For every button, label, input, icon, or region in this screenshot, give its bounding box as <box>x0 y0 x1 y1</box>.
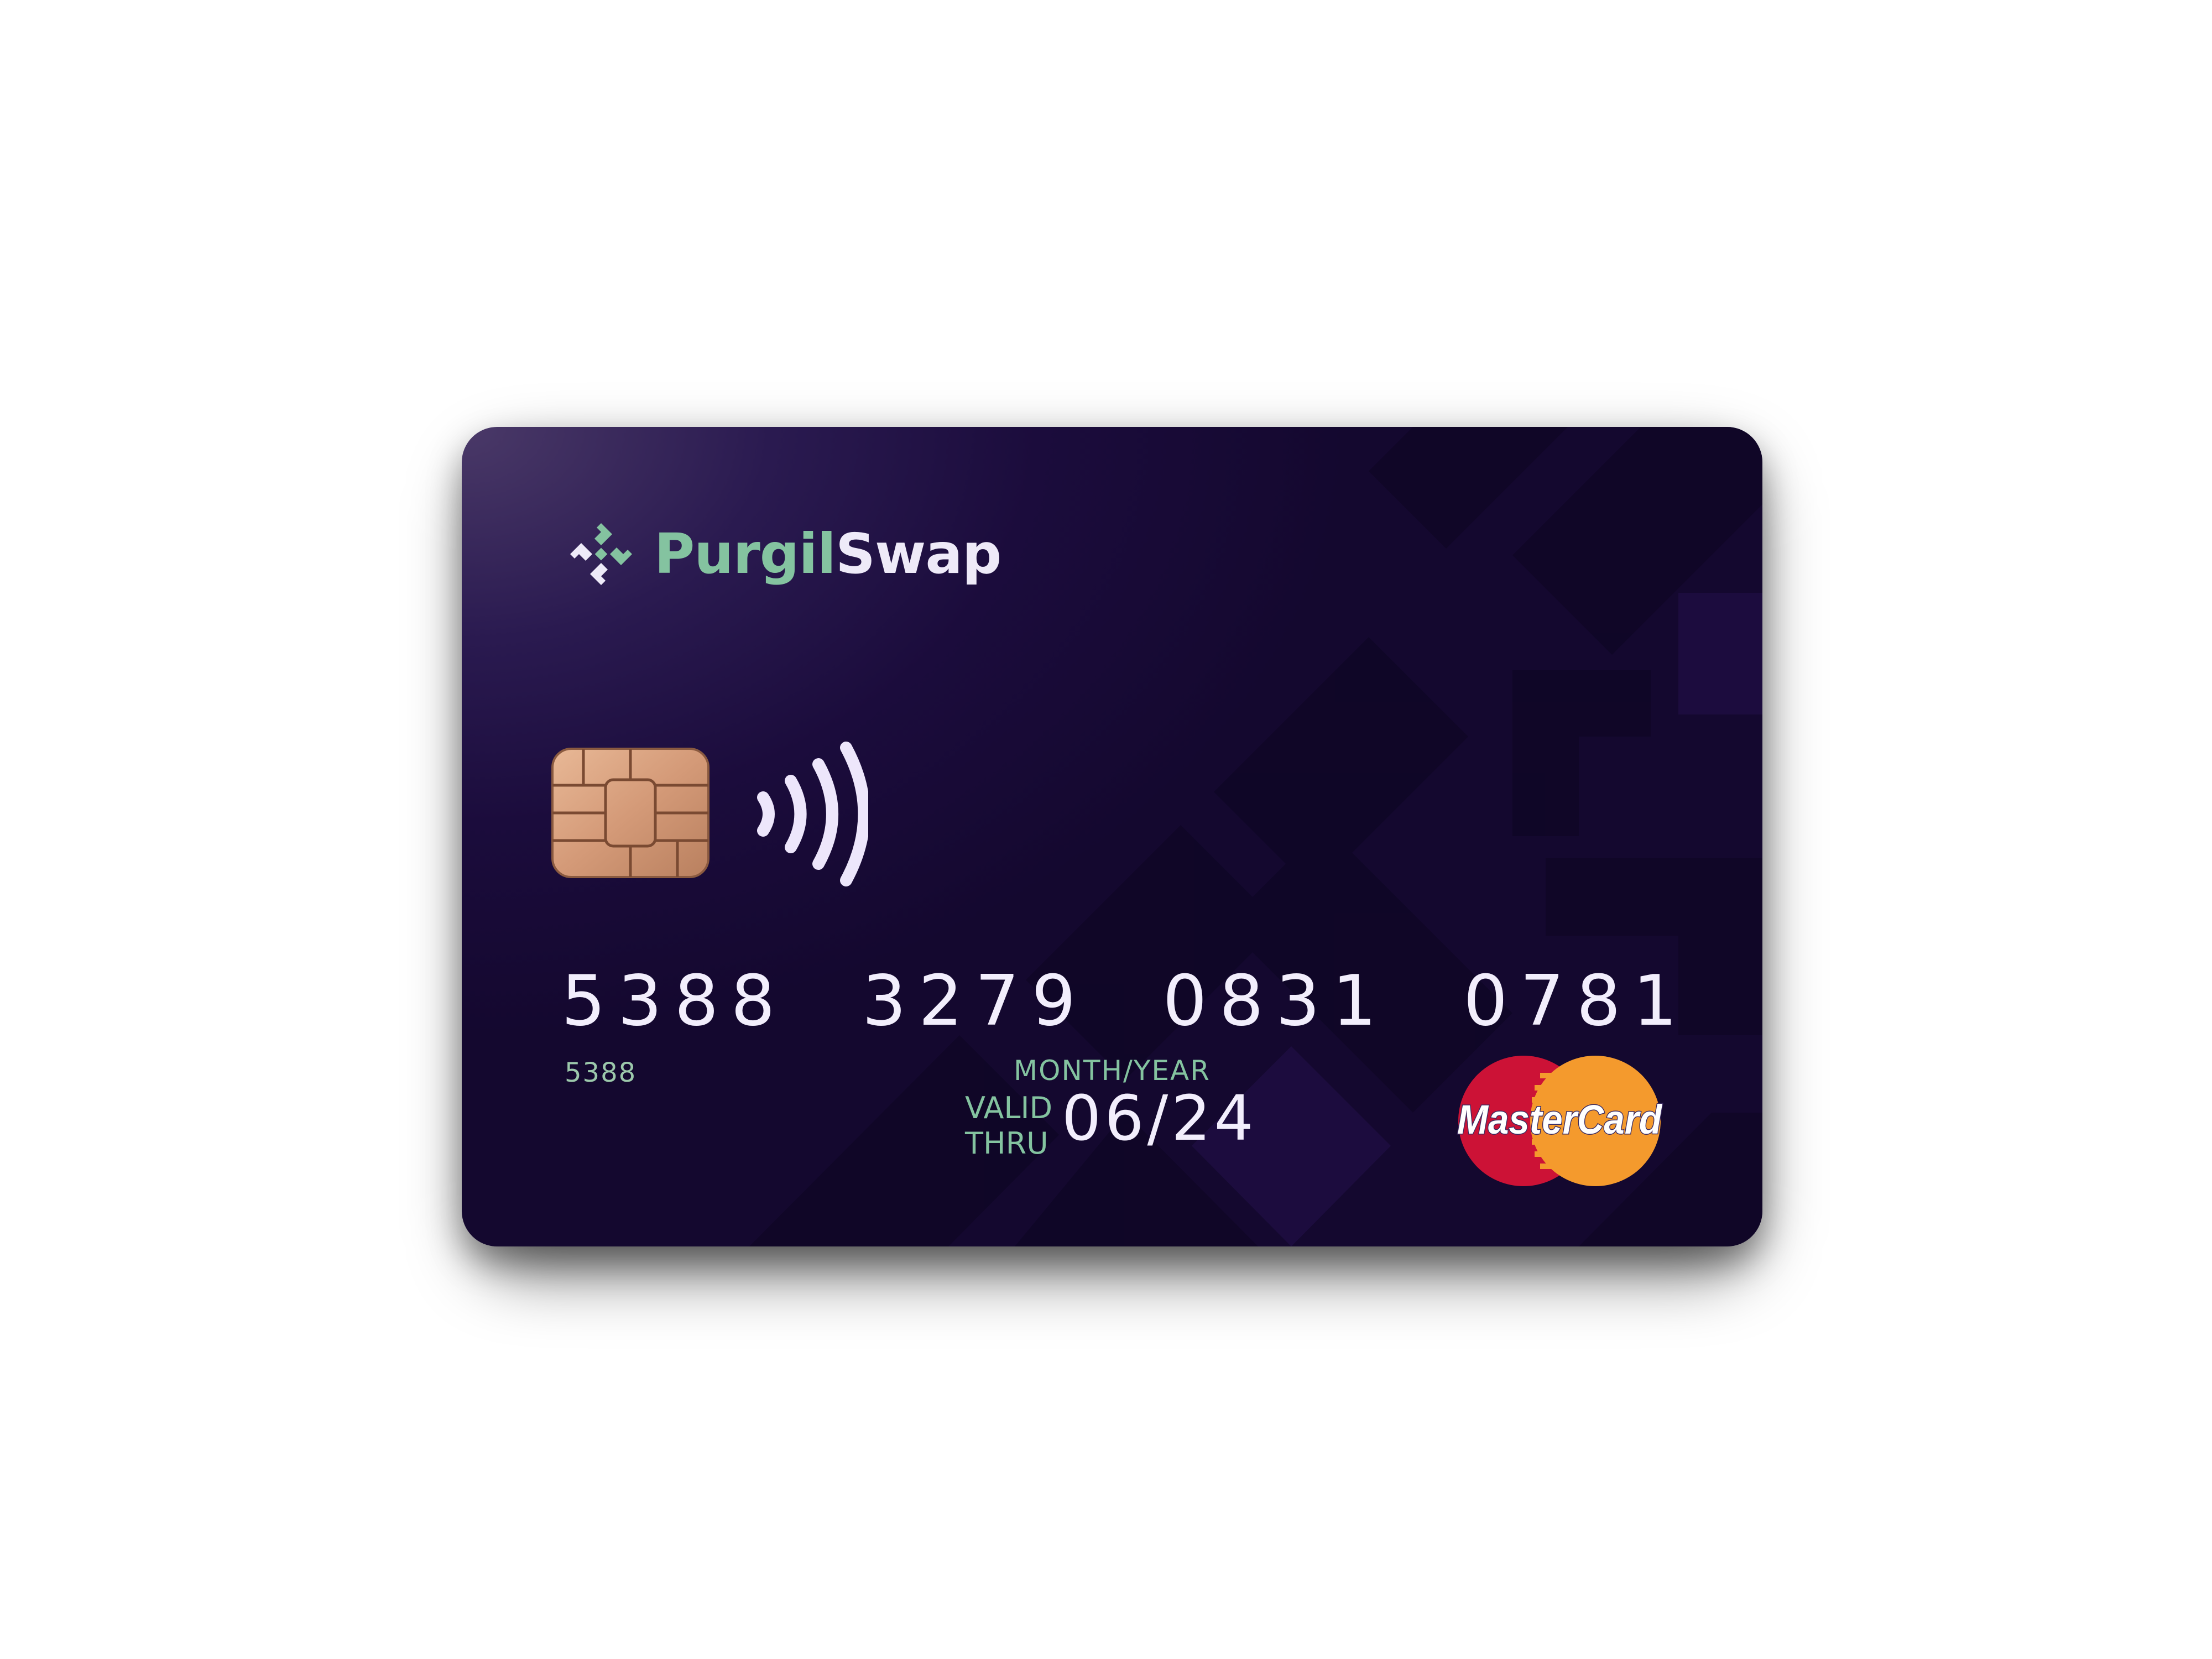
brand-name-part1: Purgil <box>654 521 836 586</box>
emv-chip-icon <box>551 748 709 878</box>
card-number-prefix: 5388 <box>565 1057 637 1088</box>
card-number: 5388 3279 0831 0781 <box>561 966 1689 1036</box>
card-number-group-4: 0781 <box>1463 960 1689 1041</box>
valid-thru-label: VALID THRU <box>965 1091 1052 1161</box>
contactless-icon <box>757 742 868 886</box>
mastercard-logo: MasterCard <box>1457 1056 1663 1186</box>
photo-stage: PurgilSwap 5388 3279 0831 0781 5388 MONT… <box>0 0 2212 1659</box>
credit-card: PurgilSwap 5388 3279 0831 0781 5388 MONT… <box>462 427 1762 1246</box>
brand-name-part2: Swap <box>835 521 1001 586</box>
expiry-date: 06/24 <box>1062 1083 1257 1155</box>
card-number-group-3: 0831 <box>1162 960 1389 1041</box>
brand-name: PurgilSwap <box>654 526 1001 582</box>
thru-label: THRU <box>965 1126 1048 1161</box>
card-number-group-2: 3279 <box>862 960 1088 1041</box>
month-year-label: MONTH/YEAR <box>1014 1055 1211 1087</box>
brand-logo: PurgilSwap <box>568 515 1001 593</box>
valid-label: VALID <box>965 1091 1053 1125</box>
purgilswap-logo-icon <box>570 523 632 585</box>
card-number-group-1: 5388 <box>561 960 787 1041</box>
mastercard-wordmark: MasterCard <box>1457 1097 1663 1142</box>
